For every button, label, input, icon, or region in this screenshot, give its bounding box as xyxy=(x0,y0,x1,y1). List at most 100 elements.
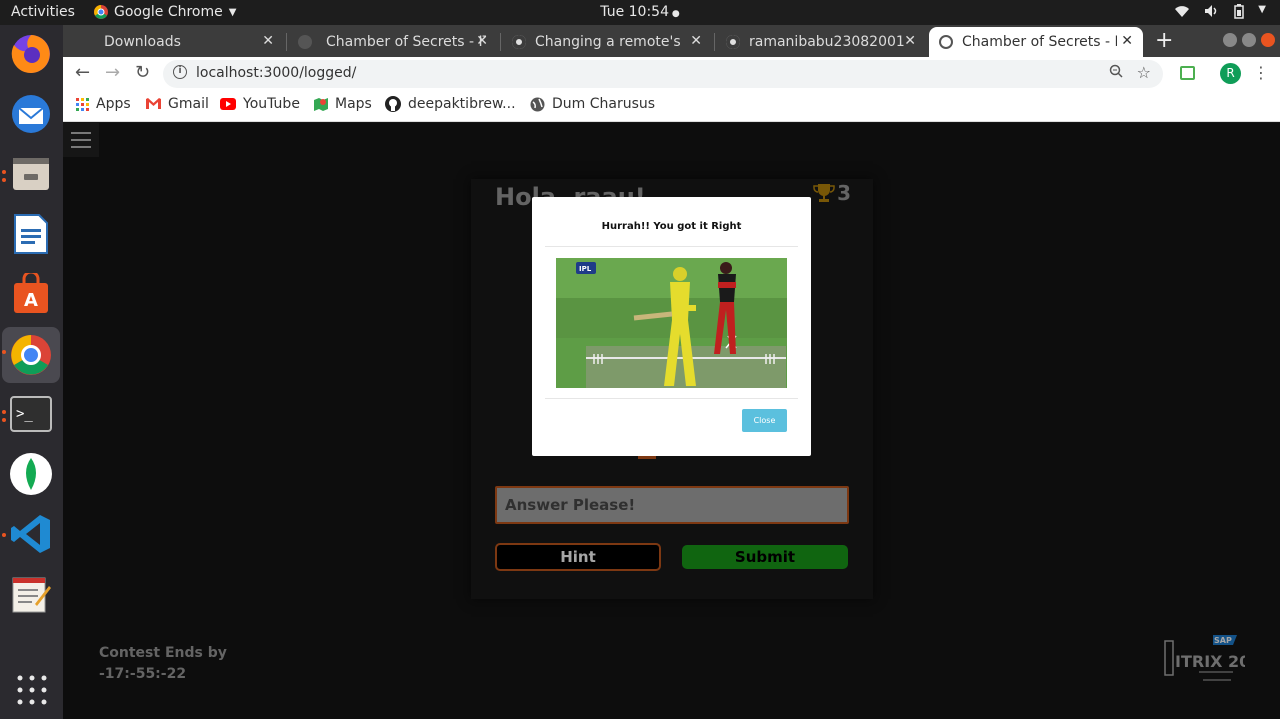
close-icon[interactable]: ✕ xyxy=(904,33,916,49)
bookmark-deepaktibrewal[interactable]: deepaktibrew... xyxy=(385,96,516,112)
back-arrow-icon[interactable]: ← xyxy=(75,62,90,83)
gmail-icon xyxy=(146,98,161,109)
ipl-badge: IPL xyxy=(579,265,592,273)
mongodb-leaf-icon xyxy=(10,453,52,495)
volume-icon xyxy=(1204,4,1220,23)
dock-files[interactable] xyxy=(8,151,54,197)
files-icon xyxy=(13,158,49,190)
chrome-icon xyxy=(11,335,51,375)
dock-thunderbird[interactable] xyxy=(8,91,54,137)
bookmark-dum-charusus[interactable]: Dum Charusus xyxy=(530,96,655,112)
close-icon[interactable]: ✕ xyxy=(476,33,488,49)
bookmark-gmail[interactable]: Gmail xyxy=(146,96,209,112)
tab-title: Chamber of Secrets - ITR xyxy=(962,34,1117,50)
success-modal: Hurrah!! You got it Right IPL Close xyxy=(532,197,811,456)
close-icon[interactable]: ✕ xyxy=(1121,33,1133,49)
wifi-icon xyxy=(1174,4,1190,23)
bookmarks-bar: Apps Gmail YouTube Maps deepaktibrew... … xyxy=(63,90,1280,122)
svg-text:>_: >_ xyxy=(16,406,33,422)
vscode-icon xyxy=(11,515,50,553)
tab-strip: Downloads ✕ Chamber of Secrets - ITR ✕ C… xyxy=(63,25,1280,57)
tab-github-remote-url[interactable]: Changing a remote's UR ✕ xyxy=(502,27,712,57)
tab-chamber-of-secrets-active[interactable]: Chamber of Secrets - ITR ✕ xyxy=(929,27,1143,57)
shopping-bag-icon: A xyxy=(14,273,48,313)
tab-downloads[interactable]: Downloads ✕ xyxy=(94,27,284,57)
activities-button[interactable]: Activities xyxy=(11,4,75,20)
apps-grid-icon xyxy=(76,97,89,111)
github-icon xyxy=(385,96,401,112)
tab-chamber-of-secrets-1[interactable]: Chamber of Secrets - ITR ✕ xyxy=(288,27,498,57)
kebab-menu-icon[interactable]: ⋮ xyxy=(1253,63,1269,82)
chrome-icon xyxy=(94,5,108,19)
url-text: localhost:3000/logged/ xyxy=(196,65,357,81)
document-icon xyxy=(14,214,48,254)
github-icon xyxy=(512,35,526,49)
dock-text-editor[interactable] xyxy=(8,571,54,617)
new-tab-button[interactable]: + xyxy=(1155,28,1173,53)
close-icon[interactable]: ✕ xyxy=(690,33,702,49)
firefox-icon xyxy=(11,35,50,73)
close-button[interactable]: Close xyxy=(742,409,787,432)
bookmark-label: Gmail xyxy=(168,96,209,112)
show-applications-grid-icon[interactable] xyxy=(17,675,47,705)
tab-title: Downloads xyxy=(104,34,181,50)
minimize-button[interactable] xyxy=(1223,33,1237,47)
bookmark-label: YouTube xyxy=(243,96,300,112)
globe-icon xyxy=(939,35,953,49)
extension-icon[interactable] xyxy=(1180,66,1195,80)
dock-chrome[interactable] xyxy=(2,327,60,383)
dock: A >_ xyxy=(0,25,63,719)
tab-title: ramanibabu23082001/C xyxy=(749,34,904,50)
bookmark-youtube[interactable]: YouTube xyxy=(220,96,300,112)
forward-arrow-icon[interactable]: → xyxy=(105,62,120,83)
tab-github-repo[interactable]: ramanibabu23082001/C ✕ xyxy=(716,27,926,57)
system-tray[interactable]: ▼ xyxy=(1174,4,1266,23)
notepad-icon xyxy=(12,577,51,613)
zoom-icon[interactable] xyxy=(1109,64,1123,82)
app-menu[interactable]: Google Chrome ▼ xyxy=(94,4,236,20)
tab-title: Chamber of Secrets - ITR xyxy=(326,34,486,50)
globe-icon xyxy=(530,97,545,111)
app-name: Google Chrome xyxy=(114,4,223,20)
dock-vscode[interactable] xyxy=(8,511,54,557)
bookmark-label: Apps xyxy=(96,96,131,112)
bookmark-label: Dum Charusus xyxy=(552,96,656,112)
modal-header-divider xyxy=(545,246,798,247)
github-icon xyxy=(726,35,740,49)
dock-terminal[interactable]: >_ xyxy=(8,391,54,437)
terminal-icon: >_ xyxy=(10,396,52,432)
battery-icon xyxy=(1234,4,1245,23)
info-icon[interactable]: i xyxy=(173,65,187,79)
bookmark-label: Maps xyxy=(335,96,372,112)
maximize-button[interactable] xyxy=(1242,33,1256,47)
tab-title: Changing a remote's UR xyxy=(535,34,685,50)
bookmark-apps[interactable]: Apps xyxy=(76,96,131,112)
modal-footer-divider xyxy=(545,398,798,399)
profile-avatar[interactable]: R xyxy=(1220,63,1241,84)
bookmark-label: deepaktibrew... xyxy=(408,96,516,112)
clock[interactable]: Tue 10:54 xyxy=(600,4,669,20)
profile-initial: R xyxy=(1226,66,1235,80)
system-top-bar: Activities Google Chrome ▼ Tue 10:54 ● ▼ xyxy=(0,0,1280,25)
address-bar[interactable]: i localhost:3000/logged/ ☆ xyxy=(163,60,1163,88)
svg-text:A: A xyxy=(24,290,38,311)
modal-title: Hurrah!! You got it Right xyxy=(601,221,742,232)
dock-writer[interactable] xyxy=(8,211,54,257)
youtube-icon xyxy=(220,98,236,110)
browser-toolbar: ← → ↻ i localhost:3000/logged/ ☆ R ⋮ xyxy=(63,57,1280,90)
cricket-celebration-image: IPL xyxy=(556,258,787,388)
thunderbird-icon xyxy=(12,95,50,133)
globe-icon xyxy=(298,35,312,49)
reload-icon[interactable]: ↻ xyxy=(135,62,150,83)
dock-mongodb-compass[interactable] xyxy=(8,451,54,497)
notification-dot-icon: ● xyxy=(669,9,680,19)
close-icon[interactable]: ✕ xyxy=(262,33,274,49)
bookmark-star-icon[interactable]: ☆ xyxy=(1137,63,1151,82)
maps-icon xyxy=(314,97,328,111)
dock-software[interactable]: A xyxy=(8,271,54,317)
dock-firefox[interactable] xyxy=(8,31,54,77)
close-window-button[interactable] xyxy=(1261,33,1275,47)
system-menu-chevron-icon: ▼ xyxy=(1258,4,1266,15)
chevron-down-icon: ▼ xyxy=(228,6,237,18)
bookmark-maps[interactable]: Maps xyxy=(314,96,372,112)
